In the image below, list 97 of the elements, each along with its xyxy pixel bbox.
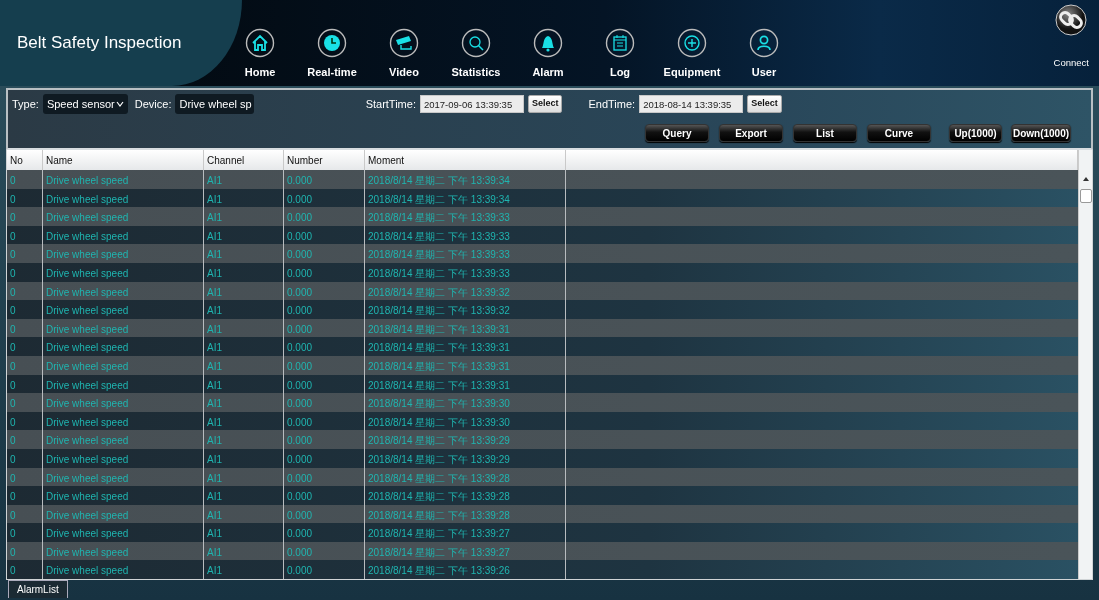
scrollbar[interactable] <box>1078 150 1092 580</box>
table-cell: AI1 <box>204 170 284 189</box>
select-button[interactable]: Select <box>527 95 563 113</box>
search-icon <box>461 27 491 58</box>
select-button[interactable]: Select <box>747 95 782 113</box>
table-cell: 0.000 <box>284 337 365 356</box>
table-cell: 0.000 <box>284 560 365 580</box>
field-label: StartTime: <box>365 96 416 112</box>
field-label: Type: <box>12 96 39 112</box>
table-cell: AI1 <box>204 393 284 412</box>
table-cell: 2018/8/14 星期二 下午 13:39:31 <box>365 337 566 356</box>
table-cell: 0 <box>7 337 43 356</box>
device-dropdown[interactable]: Drive wheel sp <box>175 94 254 114</box>
table-cell: Drive wheel speed <box>43 448 204 468</box>
table-cell: Drive wheel speed <box>43 337 204 356</box>
nav-button[interactable]: Real-time <box>296 22 368 86</box>
table-cell: Drive wheel speed <box>43 486 204 505</box>
nav-button[interactable]: User <box>728 22 800 86</box>
caret-icon <box>115 100 124 108</box>
table-cell: 2018/8/14 星期二 下午 13:39:26 <box>365 560 566 580</box>
home-icon <box>245 27 275 58</box>
field-label: EndTime: <box>588 96 636 112</box>
nav-button[interactable]: Equipment <box>656 22 728 86</box>
bell-icon <box>533 27 563 58</box>
table-cell: AI1 <box>204 430 284 449</box>
clock-icon <box>317 27 347 58</box>
action-button[interactable]: Export <box>719 124 783 142</box>
table-cell: AI1 <box>204 486 284 505</box>
table-cell: 0.000 <box>284 170 365 189</box>
type-dropdown[interactable]: Speed sensor <box>42 94 128 114</box>
table-cell: 0 <box>7 523 43 542</box>
table-cell: AI1 <box>204 244 284 263</box>
plus-icon <box>677 27 707 58</box>
action-button[interactable]: Down(1000) <box>1011 124 1071 142</box>
link-icon <box>1055 4 1088 36</box>
table-cell: 0 <box>7 262 43 282</box>
table-cell: 0 <box>7 448 43 468</box>
field-label: Device: <box>134 96 172 112</box>
table-cell: Drive wheel speed <box>43 523 204 542</box>
table-cell: 0 <box>7 170 43 189</box>
table-cell: Drive wheel speed <box>43 560 204 580</box>
table-cell: 0.000 <box>284 355 365 375</box>
nav-button[interactable]: Log <box>584 22 656 86</box>
user-icon <box>749 27 779 58</box>
table-cell: Drive wheel speed <box>43 300 204 319</box>
camera-icon <box>389 27 419 58</box>
table-cell: AI1 <box>204 355 284 375</box>
table-cell: 0.000 <box>284 523 365 542</box>
table-cell: AI1 <box>204 448 284 468</box>
scroll-thumb[interactable] <box>1079 189 1092 203</box>
table-cell: 0.000 <box>284 207 365 226</box>
action-button[interactable]: Up(1000) <box>949 124 1002 142</box>
end-time-field[interactable]: 2018-08-14 13:39:35 <box>639 95 744 113</box>
table-cell: 0.000 <box>284 448 365 468</box>
table-cell: 2018/8/14 星期二 下午 13:39:27 <box>365 523 566 542</box>
table-cell: AI1 <box>204 262 284 282</box>
connect-button[interactable]: Connect <box>1053 4 1089 86</box>
table-cell: 0.000 <box>284 486 365 505</box>
nav-button[interactable]: Statistics <box>440 22 512 86</box>
table-cell: AI1 <box>204 207 284 226</box>
table-cell: 0.000 <box>284 262 365 282</box>
nav-button[interactable]: Alarm <box>512 22 584 86</box>
table-cell: Drive wheel speed <box>43 355 204 375</box>
table-cell: AI1 <box>204 523 284 542</box>
table-cell: 0 <box>7 355 43 375</box>
table-cell: Drive wheel speed <box>43 393 204 412</box>
table-cell: 0 <box>7 486 43 505</box>
table-cell: 0.000 <box>284 393 365 412</box>
table-cell: AI1 <box>204 337 284 356</box>
table-cell: 0 <box>7 207 43 226</box>
table-cell: 0.000 <box>284 300 365 319</box>
table-cell: 0 <box>7 430 43 449</box>
action-button[interactable]: Curve <box>867 124 931 142</box>
table-cell: AI1 <box>204 560 284 580</box>
table-cell: Drive wheel speed <box>43 430 204 449</box>
table-cell: 0.000 <box>284 430 365 449</box>
table-cell: 2018/8/14 星期二 下午 13:39:28 <box>365 486 566 505</box>
table-cell: 2018/8/14 星期二 下午 13:39:33 <box>365 262 566 282</box>
table-cell: Drive wheel speed <box>43 262 204 282</box>
app-title: Belt Safety Inspection <box>0 0 242 86</box>
table-cell: 0 <box>7 300 43 319</box>
nav-button[interactable]: Video <box>368 22 440 86</box>
table-cell: Drive wheel speed <box>43 170 204 189</box>
table-cell: Drive wheel speed <box>43 244 204 263</box>
table-cell: AI1 <box>204 300 284 319</box>
table-cell: 0 <box>7 560 43 580</box>
alarm-list-tab[interactable]: AlarmList <box>8 580 68 599</box>
start-time-field[interactable]: 2017-09-06 13:39:35 <box>419 95 524 113</box>
table-cell: 2018/8/14 星期二 下午 13:39:32 <box>365 300 566 319</box>
action-button[interactable]: List <box>793 124 857 142</box>
table-cell: 2018/8/14 星期二 下午 13:39:29 <box>365 448 566 468</box>
table-cell: 0.000 <box>284 244 365 263</box>
table-cell: Drive wheel speed <box>43 207 204 226</box>
table-cell: 0 <box>7 244 43 263</box>
calendar-icon <box>605 27 635 58</box>
table-cell: 0 <box>7 393 43 412</box>
action-button[interactable]: Query <box>645 124 709 142</box>
